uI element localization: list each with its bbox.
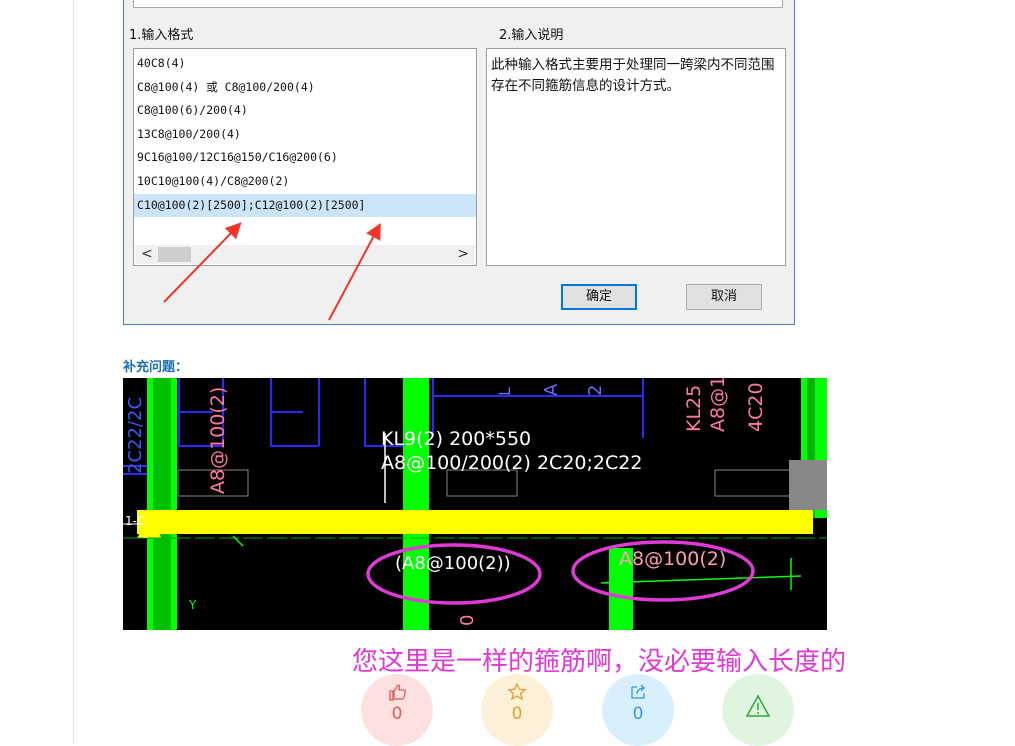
scroll-left-icon[interactable]: <	[141, 245, 153, 264]
format-item[interactable]: C8@100(6)/200(4)	[134, 99, 476, 123]
thumbs-up-icon	[361, 682, 433, 702]
report-button[interactable]	[722, 674, 794, 746]
left-vertical-stirrup: A8@100(2)	[207, 386, 229, 494]
cancel-button[interactable]: 取消	[686, 284, 762, 310]
scroll-right-icon[interactable]: >	[457, 245, 469, 264]
format-item[interactable]: 40C8(4)	[134, 52, 476, 76]
right-beam-label: KL25	[683, 384, 705, 432]
favorite-count: 0	[511, 704, 523, 724]
format-item[interactable]: 9C16@100/12C16@150/C16@200(6)	[134, 146, 476, 170]
warning-icon	[722, 694, 794, 717]
share-button[interactable]: 0	[602, 674, 674, 746]
favorite-button[interactable]: 0	[481, 674, 553, 746]
scroll-thumb[interactable]	[158, 247, 191, 262]
left-vertical-rebar: 2C22/2C	[125, 396, 146, 474]
share-count: 0	[632, 704, 644, 724]
circled-stirrup-right: A8@100(2)	[619, 548, 727, 570]
description-box: 此种输入格式主要用于处理同一跨梁内不同范围存在不同箍筋信息的设计方式。	[486, 48, 786, 266]
top-label-a: A	[541, 383, 562, 396]
section-input-format-title: 1.输入格式	[129, 28, 194, 43]
circled-stirrup-left: (A8@100(2))	[395, 553, 511, 574]
beam-title-text: KL9(2) 200*550	[381, 428, 532, 450]
format-item[interactable]: 13C8@100/200(4)	[134, 123, 476, 147]
stirrup-input-dialog: 1.输入格式 2.输入说明 40C8(4) C8@100(4) 或 C8@100…	[123, 0, 795, 325]
top-field-edge	[133, 0, 783, 8]
axis-label: 1-C	[125, 514, 146, 528]
section-input-desc-title: 2.输入说明	[499, 28, 564, 43]
format-item-selected[interactable]: C10@100(2)[2500];C12@100(2)[2500]	[134, 193, 476, 218]
comment-text: 您这里是一样的箍筋啊，没必要输入长度的	[352, 647, 847, 677]
format-item[interactable]: C8@100(4) 或 C8@100/200(4)	[134, 76, 476, 100]
right-stirrup-label: A8@1	[707, 378, 729, 432]
beam-rebar-text: A8@100/200(2) 2C20;2C22	[381, 452, 643, 474]
ok-button[interactable]: 确定	[561, 284, 637, 310]
star-icon	[481, 682, 553, 702]
content-left-border	[73, 0, 74, 743]
y-axis-label: Y	[189, 598, 197, 612]
bottom-label-zero: 0	[457, 614, 478, 626]
format-list: 40C8(4) C8@100(4) 或 C8@100/200(4) C8@100…	[134, 49, 476, 218]
format-listbox[interactable]: 40C8(4) C8@100(4) 或 C8@100/200(4) C8@100…	[133, 48, 477, 266]
top-label-l: L	[495, 387, 514, 396]
horizontal-scrollbar[interactable]: < >	[135, 245, 475, 264]
like-button[interactable]: 0	[361, 674, 433, 746]
supplement-label: 补充问题：	[123, 360, 189, 375]
share-icon	[602, 682, 674, 702]
like-count: 0	[391, 704, 403, 724]
right-rebar-label: 4C20	[745, 382, 767, 432]
cad-drawing-image: KL9(2) 200*550 A8@100/200(2) 2C20;2C22 (…	[123, 378, 827, 630]
format-item[interactable]: 10C10@100(4)/C8@200(2)	[134, 170, 476, 194]
top-label-2: 2	[585, 384, 606, 396]
